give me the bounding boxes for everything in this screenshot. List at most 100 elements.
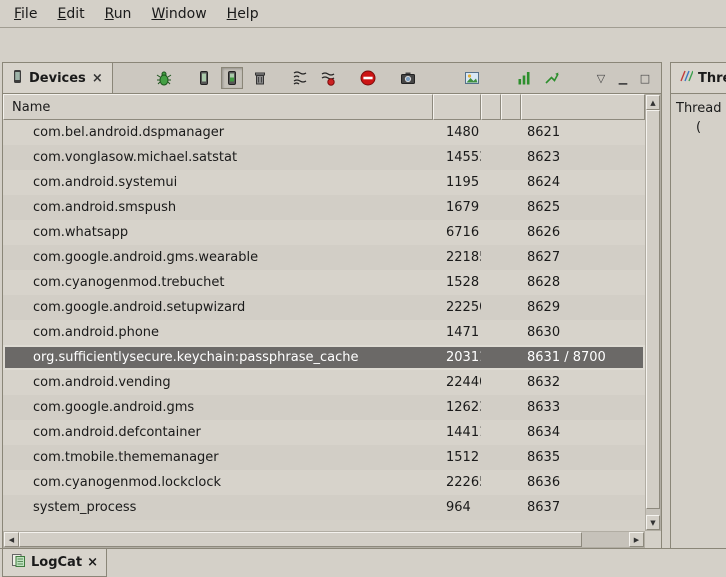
tab-logcat[interactable]: LogCat × <box>2 549 107 577</box>
table-row[interactable]: com.android.systemui 1195 8624 <box>3 170 645 195</box>
horizontal-scroll-thumb[interactable] <box>19 532 582 547</box>
table-row[interactable]: com.google.android.setupwizard 22250 862… <box>3 295 645 320</box>
update-threads-icon[interactable] <box>289 67 311 89</box>
horizontal-scrollbar[interactable]: ◀ ▶ <box>3 531 645 548</box>
process-pid: 12623 <box>433 400 481 415</box>
scrollbar-corner <box>645 531 661 548</box>
process-pid: 1512 <box>433 450 481 465</box>
device-icon <box>11 69 24 88</box>
menubar-item[interactable]: Help <box>217 3 269 25</box>
scroll-up-button[interactable]: ▲ <box>646 95 660 110</box>
debug-process-icon[interactable] <box>153 67 175 89</box>
update-heap-icon[interactable] <box>193 67 215 89</box>
process-pid: 14411 <box>433 425 481 440</box>
process-port: 8626 <box>521 225 645 240</box>
process-pid: 1528 <box>433 275 481 290</box>
process-port: 8623 <box>521 150 645 165</box>
process-port: 8636 <box>521 475 645 490</box>
cause-gc-icon[interactable] <box>249 67 271 89</box>
table-row[interactable]: com.android.defcontainer 14411 8634 <box>3 420 645 445</box>
table-row[interactable]: com.tmobile.thememanager 1512 8635 <box>3 445 645 470</box>
system-info-icon[interactable] <box>461 67 483 89</box>
process-name: com.android.defcontainer <box>3 425 433 440</box>
menubar-item[interactable]: Edit <box>47 3 94 25</box>
table-row[interactable]: com.android.phone 1471 8630 <box>3 320 645 345</box>
view-menu-icon[interactable]: ▽ <box>593 67 609 89</box>
process-port: 8634 <box>521 425 645 440</box>
process-pid: 1195 <box>433 175 481 190</box>
menubar-item[interactable]: Run <box>95 3 142 25</box>
minimize-icon[interactable]: ▁ <box>615 67 631 89</box>
column-header[interactable] <box>481 94 501 120</box>
scroll-left-button[interactable]: ◀ <box>4 532 19 547</box>
devices-view: Devices × <box>2 62 662 549</box>
stop-process-icon[interactable] <box>357 67 379 89</box>
threads-message-line2: ( <box>671 118 726 137</box>
table-row[interactable]: com.bel.android.dspmanager 1480 8621 <box>3 120 645 145</box>
scroll-right-button[interactable]: ▶ <box>629 532 644 547</box>
process-port: 8621 <box>521 125 645 140</box>
column-header-port[interactable] <box>521 94 645 120</box>
table-row[interactable]: com.cyanogenmod.lockclock 22265 8636 <box>3 470 645 495</box>
devices-tabbar: Devices × <box>3 63 661 94</box>
start-method-profiling-icon[interactable] <box>317 67 339 89</box>
process-name: com.google.android.gms <box>3 400 433 415</box>
process-pid: 14553 <box>433 150 481 165</box>
close-icon[interactable]: × <box>91 71 104 86</box>
process-pid: 6716 <box>433 225 481 240</box>
table-row[interactable]: com.android.smspush 1679 8625 <box>3 195 645 220</box>
table-row[interactable]: com.google.android.gms.wearable 22185 86… <box>3 245 645 270</box>
threads-message: Thread up ( <box>671 94 726 137</box>
method-profiling-icon[interactable] <box>541 67 563 89</box>
dump-hprof-icon[interactable] <box>221 67 243 89</box>
process-name: com.bel.android.dspmanager <box>3 125 433 140</box>
menubar-item[interactable]: File <box>4 3 47 25</box>
process-name: org.sufficientlysecure.keychain:passphra… <box>3 350 433 365</box>
table-row[interactable]: com.vonglasow.michael.satstat 14553 8623 <box>3 145 645 170</box>
process-name: com.whatsapp <box>3 225 433 240</box>
vertical-scrollbar[interactable]: ▲ ▼ <box>645 94 661 531</box>
menubar-item[interactable]: Window <box>141 3 216 25</box>
process-port: 8625 <box>521 200 645 215</box>
column-header-pid[interactable] <box>433 94 481 120</box>
table-row[interactable]: com.google.android.gms 12623 8633 <box>3 395 645 420</box>
logcat-bar: LogCat × <box>0 548 726 577</box>
table-row[interactable]: system_process 964 8637 <box>3 495 645 520</box>
table-row[interactable]: com.cyanogenmod.trebuchet 1528 8628 <box>3 270 645 295</box>
process-name: com.android.vending <box>3 375 433 390</box>
process-port: 8624 <box>521 175 645 190</box>
tab-threads[interactable]: Threads <box>671 63 726 93</box>
table-row[interactable]: org.sufficientlysecure.keychain:passphra… <box>3 345 645 370</box>
process-name: com.cyanogenmod.lockclock <box>3 475 433 490</box>
table-header: Name <box>3 94 645 120</box>
process-pid: 1471 <box>433 325 481 340</box>
process-port: 8637 <box>521 500 645 515</box>
column-header-name[interactable]: Name <box>3 94 433 120</box>
close-icon[interactable]: × <box>87 555 98 570</box>
maximize-icon[interactable]: □ <box>637 67 653 89</box>
tab-devices[interactable]: Devices × <box>3 63 113 93</box>
screen-capture-icon[interactable] <box>397 67 419 89</box>
allocation-tracker-icon[interactable] <box>513 67 535 89</box>
table-row[interactable]: com.android.vending 22440 8632 <box>3 370 645 395</box>
scroll-down-button[interactable]: ▼ <box>646 515 660 530</box>
threads-message-line1: Thread up <box>671 99 726 118</box>
process-name: com.google.android.gms.wearable <box>3 250 433 265</box>
process-port: 8629 <box>521 300 645 315</box>
threads-view: Threads Thread up ( <box>670 62 726 549</box>
process-port: 8632 <box>521 375 645 390</box>
process-pid: 964 <box>433 500 481 515</box>
process-table: Name com.bel.android.dspmanager 1480 862… <box>3 94 661 548</box>
threads-icon <box>679 69 693 87</box>
column-header[interactable] <box>501 94 521 120</box>
devices-toolbar: ▽ ▁ □ <box>153 63 661 93</box>
process-port: 8631 / 8700 <box>521 350 645 365</box>
table-row[interactable]: com.whatsapp 6716 8626 <box>3 220 645 245</box>
menubar: File Edit Run Window Help <box>0 0 726 28</box>
process-name: com.cyanogenmod.trebuchet <box>3 275 433 290</box>
vertical-scroll-thumb[interactable] <box>646 110 660 509</box>
process-pid: 1679 <box>433 200 481 215</box>
process-pid: 1480 <box>433 125 481 140</box>
main-area: Devices × <box>2 62 726 549</box>
process-name: com.android.smspush <box>3 200 433 215</box>
